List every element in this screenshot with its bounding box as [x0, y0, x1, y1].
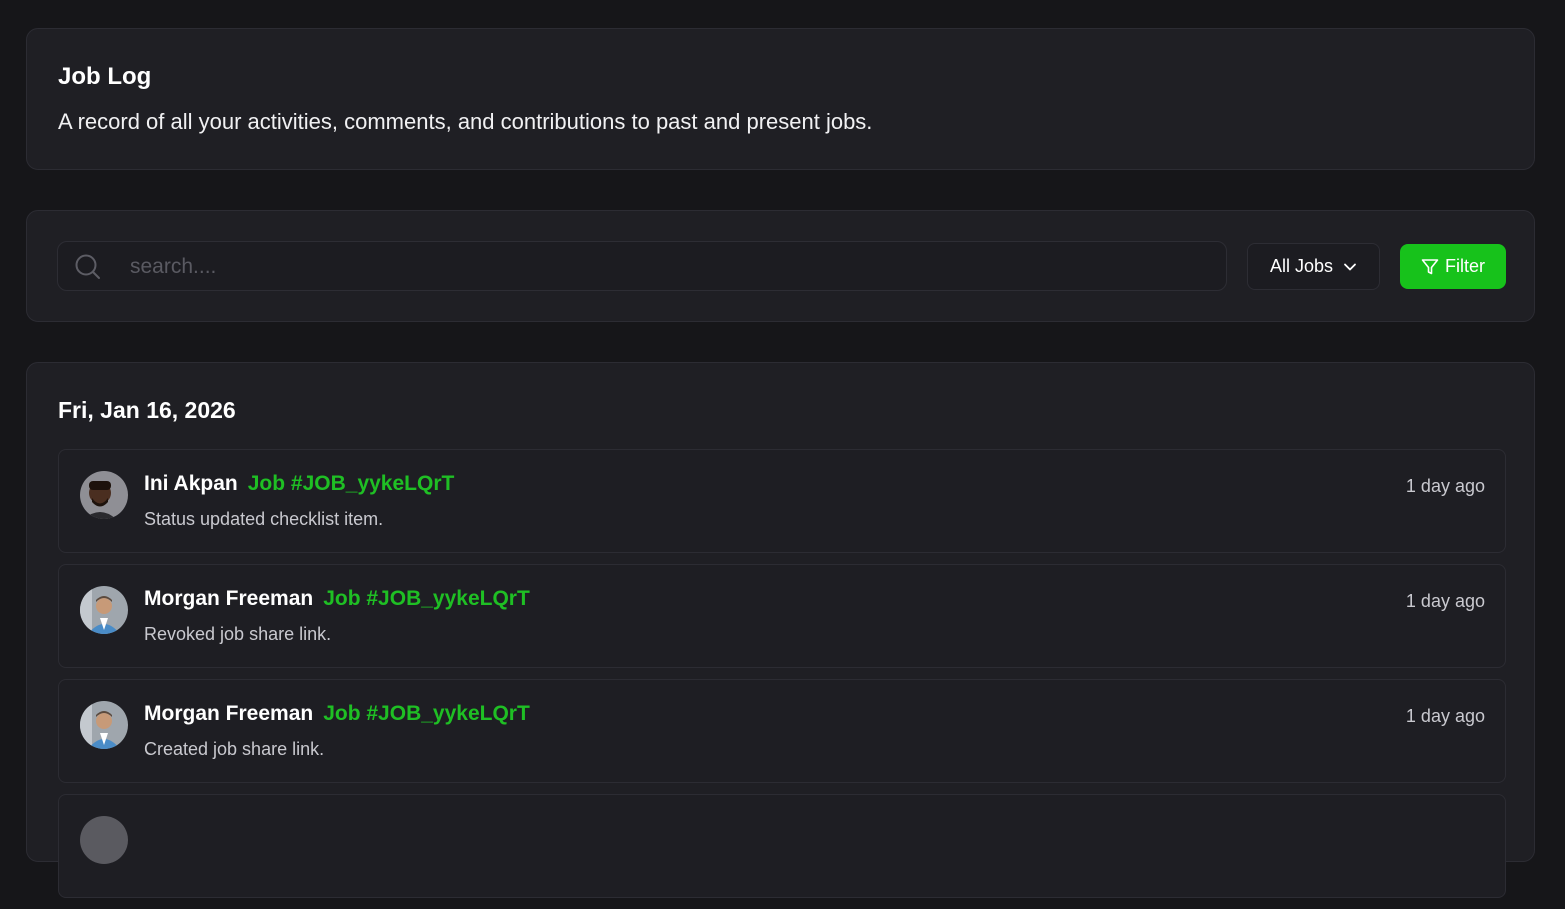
entry-description: Revoked job share link. [144, 624, 332, 644]
jobs-dropdown-label: All Jobs [1269, 256, 1334, 276]
activity-log-card: Fri, Jan 16, 2026 Ini Akpan Job #JOB_yyke… [26, 362, 1535, 898]
job-link[interactable]: Job #JOB_yykeLQrT [248, 472, 455, 495]
search-icon [75, 254, 100, 279]
search-input[interactable] [128, 242, 1212, 292]
entry-timestamp: 1 day ago [1405, 476, 1485, 496]
entry-description: Created job share link. [144, 739, 325, 759]
entry-description: Status updated checklist item. [144, 509, 384, 529]
page-subtitle: A record of all your activities, comment… [58, 109, 873, 134]
jobs-dropdown[interactable]: All Jobs [1247, 243, 1380, 290]
entry-user-name: Morgan Freeman [144, 587, 314, 610]
activity-entry[interactable] [58, 794, 1506, 898]
job-link[interactable]: Job #JOB_yykeLQrT [323, 702, 530, 725]
entry-user: Ini Akpan Job #JOB_yykeLQrT [144, 472, 454, 496]
activity-entry[interactable]: Ini Akpan Job #JOB_yykeLQrT Status update… [58, 449, 1506, 553]
filter-button[interactable]: Filter [1400, 244, 1506, 289]
filter-icon [1421, 258, 1439, 274]
filter-button-label: Filter [1445, 256, 1485, 276]
avatar [80, 816, 128, 864]
search-box[interactable] [57, 241, 1227, 292]
activity-entry[interactable]: Morgan Freeman Job #JOB_yykeLQrT Created … [58, 679, 1506, 783]
entry-user: Morgan Freeman Job #JOB_yykeLQrT [144, 587, 530, 611]
chevron-down-icon [1344, 263, 1356, 270]
entry-user [144, 817, 154, 841]
page-title: Job Log [58, 63, 152, 90]
avatar [80, 471, 128, 519]
entry-timestamp: 1 day ago [1405, 706, 1485, 726]
date-heading: Fri, Jan 16, 2026 [58, 397, 236, 423]
entry-user: Morgan Freeman Job #JOB_yykeLQrT [144, 702, 530, 726]
entry-user-name: Morgan Freeman [144, 702, 314, 725]
search-toolbar: All Jobs Filter [26, 210, 1535, 322]
avatar [80, 586, 128, 634]
entry-user-name: Ini Akpan [144, 472, 238, 495]
entry-timestamp: 1 day ago [1405, 591, 1485, 611]
activity-entry[interactable]: Morgan Freeman Job #JOB_yykeLQrT Revoked … [58, 564, 1506, 668]
page-header-card: Job Log A record of all your activities,… [26, 28, 1535, 170]
avatar [80, 701, 128, 749]
activity-list: Ini Akpan Job #JOB_yykeLQrT Status update… [58, 449, 1506, 909]
job-link[interactable]: Job #JOB_yykeLQrT [323, 587, 530, 610]
